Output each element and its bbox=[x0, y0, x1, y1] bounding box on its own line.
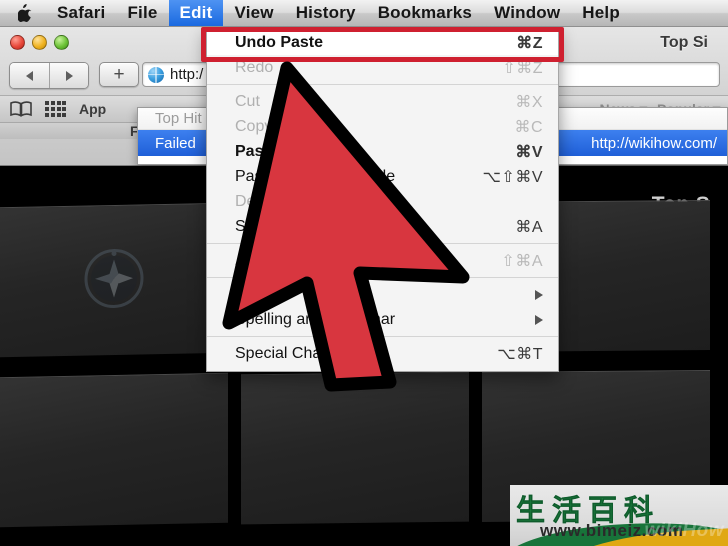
menu-history[interactable]: History bbox=[285, 0, 367, 26]
menu-item-shortcut: ⌘X bbox=[515, 93, 543, 111]
back-arrow-icon bbox=[26, 70, 33, 81]
top-site-tile[interactable] bbox=[0, 202, 228, 358]
menu-help[interactable]: Help bbox=[571, 0, 631, 26]
menu-bookmarks[interactable]: Bookmarks bbox=[367, 0, 483, 26]
menu-edit[interactable]: Edit bbox=[168, 0, 224, 26]
submenu-arrow-icon bbox=[535, 289, 543, 300]
menu-item-undo-paste[interactable]: Undo Paste ⌘Z bbox=[207, 30, 558, 55]
address-bar-value: http:/ bbox=[170, 66, 204, 83]
forward-arrow-icon bbox=[65, 70, 73, 81]
forward-button[interactable] bbox=[49, 63, 88, 88]
navigation-button-group bbox=[9, 62, 89, 89]
new-tab-button[interactable]: + bbox=[99, 62, 139, 87]
top-sites-grid-icon[interactable] bbox=[45, 100, 66, 118]
menu-item-label: Undo Paste bbox=[235, 33, 324, 51]
menu-window[interactable]: Window bbox=[483, 0, 571, 26]
apple-menu[interactable] bbox=[0, 0, 46, 26]
apple-logo-icon bbox=[18, 4, 33, 22]
menu-safari[interactable]: Safari bbox=[46, 0, 116, 26]
menu-item-shortcut: ⌘Z bbox=[516, 34, 543, 52]
close-button[interactable] bbox=[10, 35, 25, 50]
bookmark-item-apps[interactable]: App bbox=[79, 101, 106, 117]
back-button[interactable] bbox=[10, 63, 49, 88]
menu-item-shortcut: ⌥⇧⌘V bbox=[482, 168, 543, 186]
menu-item-shortcut: ⇧⌘Z bbox=[502, 59, 543, 77]
top-site-tile[interactable] bbox=[0, 372, 228, 528]
watermark-ghost-text: wikiHow bbox=[644, 520, 724, 541]
menu-view[interactable]: View bbox=[223, 0, 284, 26]
window-title: Top Si bbox=[660, 34, 708, 51]
zoom-button[interactable] bbox=[54, 35, 69, 50]
traffic-light-group bbox=[10, 35, 69, 50]
suggestion-item-url: http://wikihow.com/ bbox=[591, 134, 717, 152]
mouse-pointer-arrow-icon bbox=[215, 55, 475, 400]
suggestion-item-label-left: Failed bbox=[155, 134, 196, 152]
bookmarks-icon[interactable] bbox=[10, 101, 32, 117]
menu-file[interactable]: File bbox=[116, 0, 168, 26]
menu-item-shortcut: ⌘C bbox=[514, 118, 543, 136]
mac-menu-bar: Safari File Edit View History Bookmarks … bbox=[0, 0, 728, 27]
menu-item-shortcut: ⌥⌘T bbox=[497, 345, 543, 363]
globe-icon bbox=[148, 66, 164, 83]
screenshot-root: Top Si + http:/ App Top Hit Failed http:… bbox=[0, 0, 728, 546]
menu-item-shortcut: ⌘V bbox=[515, 143, 543, 161]
menu-item-shortcut: ⌘A bbox=[515, 218, 543, 236]
safari-compass-icon bbox=[83, 246, 145, 314]
submenu-arrow-icon bbox=[535, 314, 543, 325]
menu-item-shortcut: ⇧⌘A bbox=[501, 252, 543, 270]
watermark-badge: 生活百科 www.bimeiz.com wikiHow bbox=[510, 485, 728, 546]
minimize-button[interactable] bbox=[32, 35, 47, 50]
